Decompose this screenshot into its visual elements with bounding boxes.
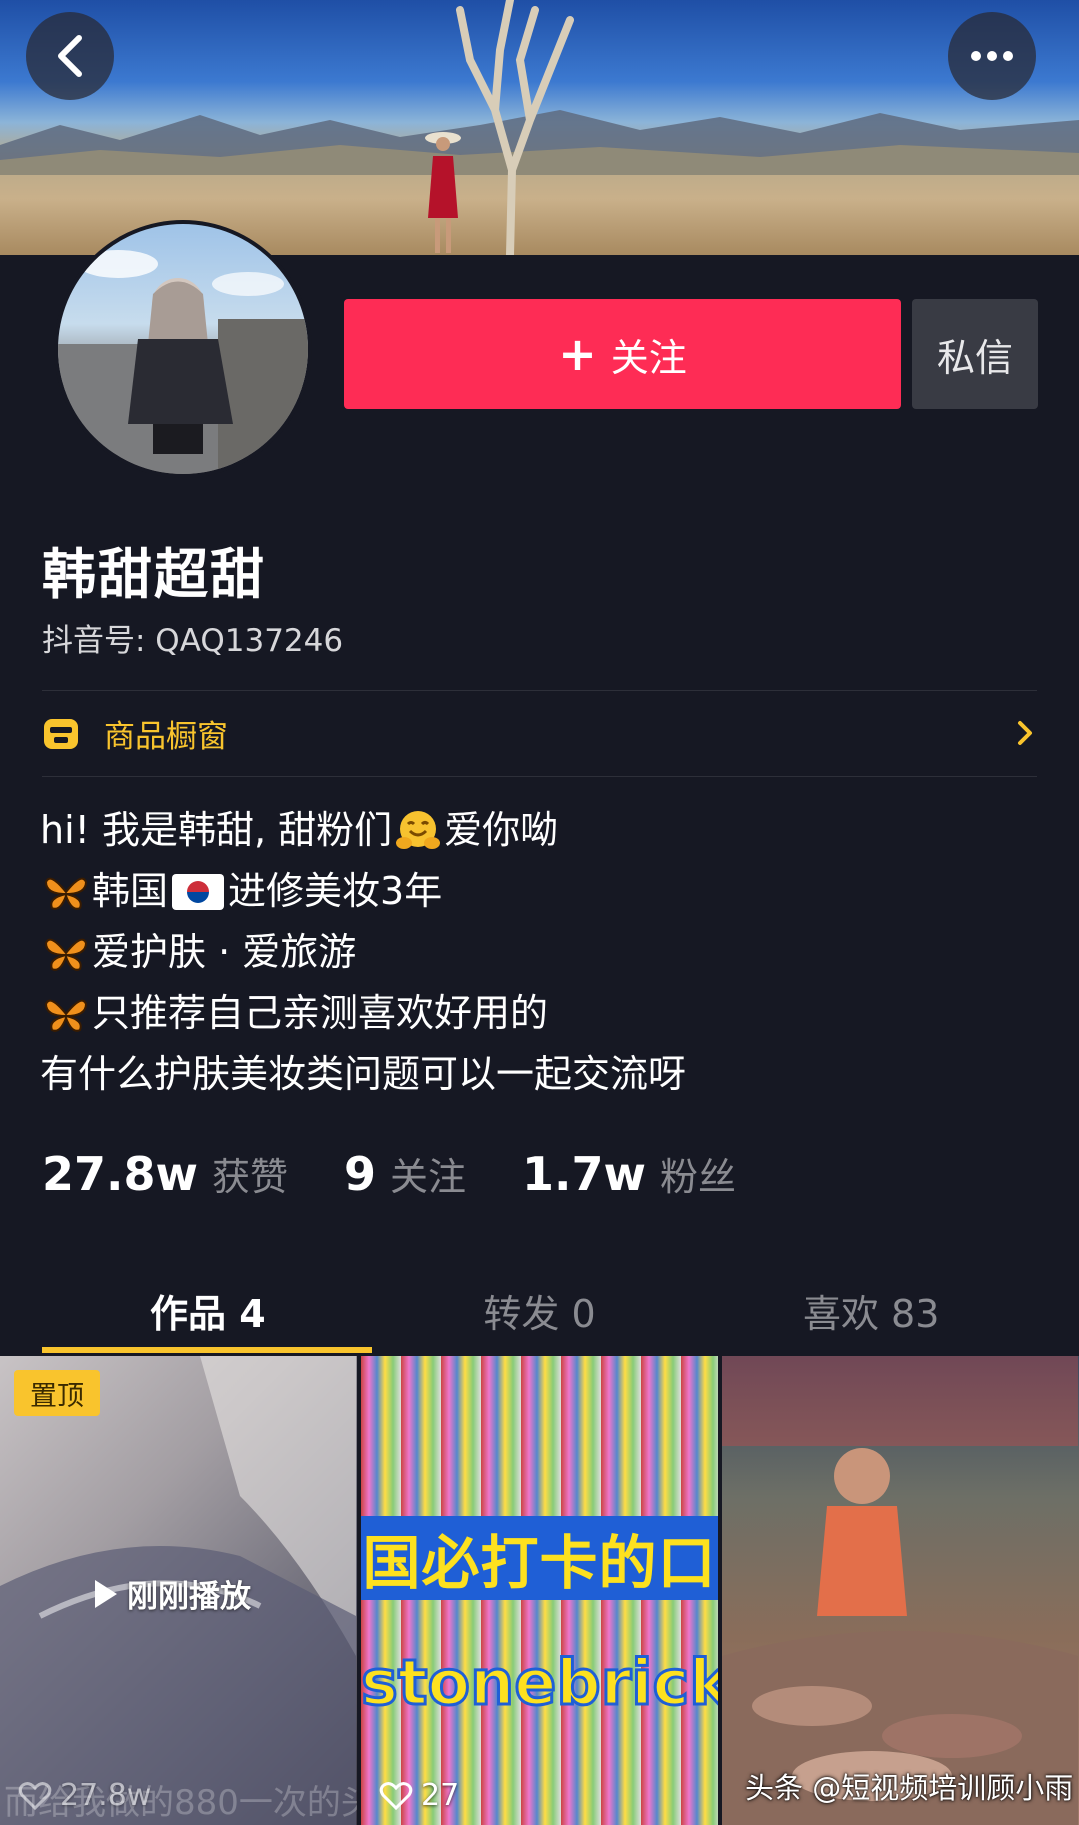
play-icon xyxy=(95,1579,117,1608)
tab-works[interactable]: 作品 4 xyxy=(42,1265,374,1355)
likes-count: 27.8w xyxy=(60,1778,152,1813)
follow-button[interactable]: + 关注 xyxy=(344,299,901,409)
stats-row: 27.8w 获赞 9 关注 1.7w 粉丝 xyxy=(42,1146,792,1201)
just-played-text: 刚刚播放 xyxy=(127,1579,251,1615)
more-dot xyxy=(987,51,997,61)
heart-icon xyxy=(18,1781,52,1810)
video-likes: 27.8w xyxy=(18,1778,151,1813)
more-options-button[interactable] xyxy=(948,12,1036,100)
back-button[interactable] xyxy=(26,12,114,100)
shop-window-label: 商品橱窗 xyxy=(104,718,228,755)
tab-indicator xyxy=(42,1347,372,1353)
stat-number: 9 xyxy=(344,1147,377,1201)
bio: hi! 我是韩甜, 甜粉们 爱你呦 韩国 进修美妆3年 爱护肤 · 爱旅游 只推… xyxy=(40,800,1040,1105)
stat-following[interactable]: 9 关注 xyxy=(344,1146,466,1201)
chevron-right-icon xyxy=(1018,721,1032,745)
bio-text: 只推荐自己亲测喜欢好用的 xyxy=(92,991,549,1035)
more-dot xyxy=(1003,51,1013,61)
bio-line: 只推荐自己亲测喜欢好用的 xyxy=(40,983,1040,1044)
bio-line: 爱护肤 · 爱旅游 xyxy=(40,922,1040,983)
bio-line: 韩国 进修美妆3年 xyxy=(40,861,1040,922)
more-dots-icon xyxy=(971,51,981,61)
flag-circle xyxy=(187,880,210,903)
korea-flag-icon xyxy=(172,873,225,910)
video-likes: 27 xyxy=(379,1778,459,1813)
bio-text: 进修美妆3年 xyxy=(228,869,443,913)
douyin-id: 抖音号: QAQ137246 xyxy=(42,623,344,659)
nickname: 韩甜超甜 xyxy=(42,543,266,606)
plus-icon: + xyxy=(558,327,597,381)
thumbnail-art xyxy=(722,1356,1078,1825)
follow-label: 关注 xyxy=(610,335,687,380)
stat-number: 1.7w xyxy=(522,1147,647,1201)
stat-label: 关注 xyxy=(390,1155,467,1199)
video-grid: 置顶 刚刚播放 而给我做的880一次的头 27.8w 国必打卡的口 stoneb… xyxy=(0,1356,1079,1825)
just-played-label: 刚刚播放 xyxy=(95,1571,251,1616)
cover-image xyxy=(0,0,1079,255)
bio-text: hi! 我是韩甜, 甜粉们 xyxy=(40,808,393,852)
stat-label: 获赞 xyxy=(212,1155,289,1199)
tab-reposts[interactable]: 转发 0 xyxy=(374,1265,706,1355)
likes-count: 27 xyxy=(421,1778,460,1813)
stat-likes[interactable]: 27.8w 获赞 xyxy=(42,1146,288,1201)
watermark: 头条 @短视频培训顾小雨 xyxy=(745,1771,1074,1805)
heart-icon xyxy=(379,1781,413,1810)
divider xyxy=(42,776,1037,777)
tab-likes[interactable]: 喜欢 83 xyxy=(705,1265,1037,1355)
stat-number: 27.8w xyxy=(42,1147,198,1201)
bio-text: 爱你呦 xyxy=(444,808,559,852)
avatar[interactable] xyxy=(54,220,312,478)
person-in-red-dress xyxy=(425,132,461,253)
content-tabs: 作品 4 转发 0 喜欢 83 xyxy=(42,1265,1037,1355)
video-thumbnail[interactable]: 置顶 刚刚播放 而给我做的880一次的头 27.8w xyxy=(0,1356,357,1825)
message-label: 私信 xyxy=(936,335,1013,380)
stat-followers[interactable]: 1.7w 粉丝 xyxy=(522,1146,736,1201)
video-overlay-subtitle: stonebrick xyxy=(361,1645,718,1721)
message-button[interactable]: 私信 xyxy=(912,299,1038,409)
butterfly-icon xyxy=(44,877,88,910)
hugging-face-emoji-icon xyxy=(396,810,441,849)
bio-line: 有什么护肤美妆类问题可以一起交流呀 xyxy=(40,1044,1040,1105)
shop-window-icon xyxy=(44,719,78,749)
shop-window-row[interactable]: 商品橱窗 xyxy=(42,690,1037,776)
back-arrow-icon xyxy=(58,35,82,77)
video-thumbnail[interactable] xyxy=(722,1356,1079,1825)
bio-text: 有什么护肤美妆类问题可以一起交流呀 xyxy=(40,1052,687,1096)
bio-text: 韩国 xyxy=(92,869,169,913)
butterfly-icon xyxy=(44,999,88,1032)
avatar-image xyxy=(58,224,308,474)
video-overlay-title: 国必打卡的口 xyxy=(361,1516,718,1600)
bio-line: hi! 我是韩甜, 甜粉们 爱你呦 xyxy=(40,800,1040,861)
pinned-badge: 置顶 xyxy=(14,1370,100,1416)
stat-label: 粉丝 xyxy=(660,1155,737,1199)
bio-text: 爱护肤 · 爱旅游 xyxy=(92,930,357,974)
butterfly-icon xyxy=(44,938,88,971)
video-thumbnail[interactable]: 国必打卡的口 stonebrick 27 xyxy=(361,1356,718,1825)
avatar-illustration xyxy=(58,250,308,474)
